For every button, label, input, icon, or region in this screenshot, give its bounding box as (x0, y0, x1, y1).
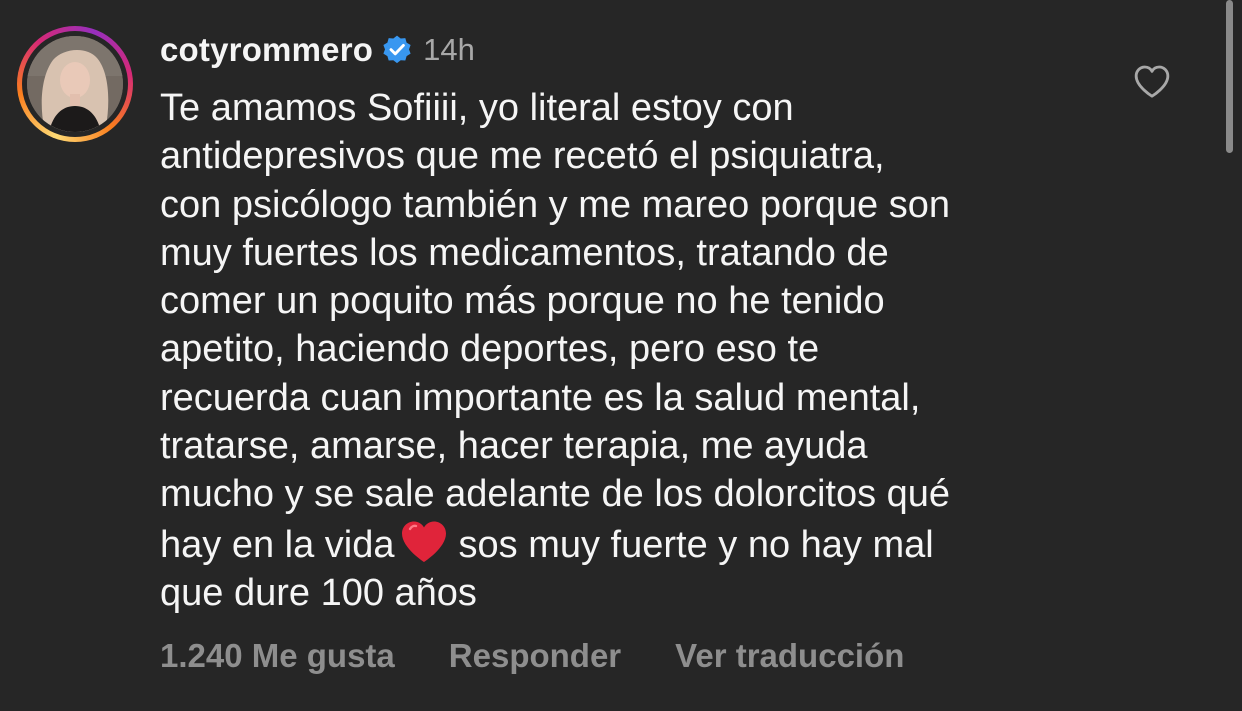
comment-line: Te amamos Sofiiii, yo literal estoy con (160, 87, 794, 129)
comment-text-segment: sos muy fuerte y no hay mal (458, 523, 934, 566)
avatar-story-ring[interactable] (17, 26, 133, 142)
comment-line: que dure 100 años (160, 571, 477, 614)
comment-line-with-emoji: hay en la vida sos muy fuerte y no hay ma… (160, 519, 1120, 569)
comment-header: cotyrommero 14h (160, 28, 475, 72)
comment-line: mucho y se sale adelante de los dolorcit… (160, 473, 951, 516)
comment-timestamp: 14h (423, 32, 475, 67)
avatar[interactable] (27, 36, 123, 132)
likes-count-button[interactable]: 1.240 Me gusta (160, 637, 395, 675)
comment-line: comer un poquito más porque no he tenido (160, 280, 885, 323)
red-heart-emoji-icon (401, 521, 446, 562)
reply-button[interactable]: Responder (449, 637, 621, 675)
username-link[interactable]: cotyrommero (160, 31, 373, 69)
comment-text: Te amamos Sofiiii, yo literal estoy con … (160, 84, 1120, 617)
comment-line: muy fuertes los medicamentos, tratando d… (160, 231, 889, 274)
comment-line: con psicólogo también y me mareo porque … (160, 183, 951, 226)
comment-line: antidepresivos que me recetó el psiquiat… (160, 135, 885, 178)
comment-text-segment: hay en la vida (160, 523, 395, 566)
verified-badge-icon (383, 35, 411, 64)
heart-outline-icon[interactable] (1132, 62, 1172, 102)
comment-line: recuerda cuan importante es la salud men… (160, 376, 921, 419)
scrollbar-thumb[interactable] (1226, 0, 1233, 153)
avatar-photo (27, 36, 123, 132)
comment-line: apetito, haciendo deportes, pero eso te (160, 328, 820, 371)
see-translation-button[interactable]: Ver traducción (675, 637, 904, 675)
comment-line: tratarse, amarse, hacer terapia, me ayud… (160, 425, 868, 468)
comment-actions: 1.240 Me gusta Responder Ver traducción (160, 634, 958, 678)
